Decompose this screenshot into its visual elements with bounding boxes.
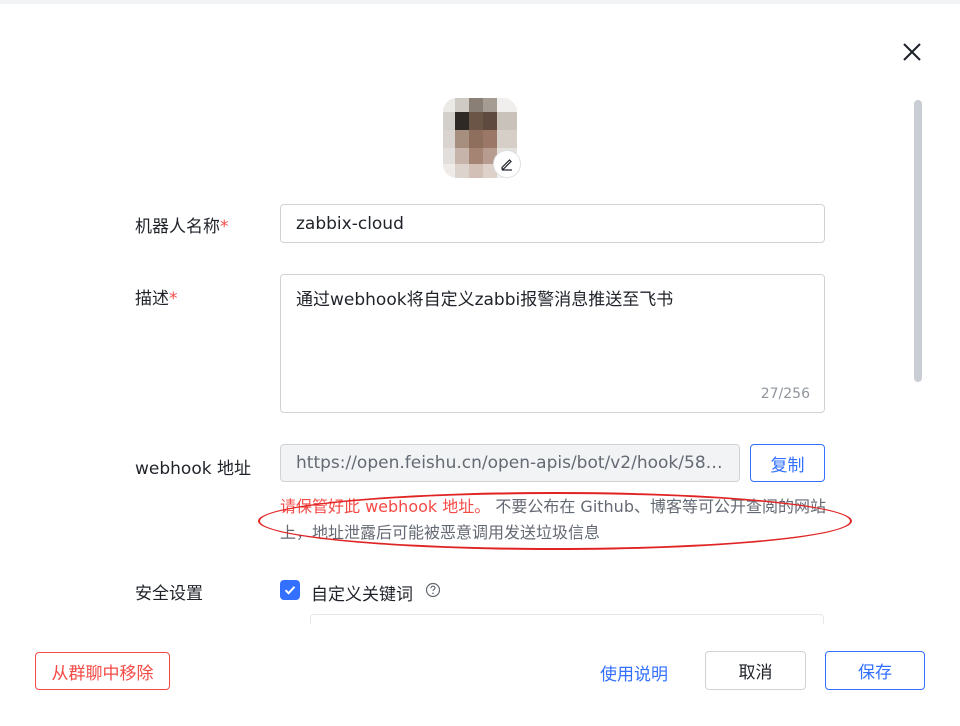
check-icon xyxy=(284,586,296,595)
close-icon xyxy=(903,43,921,61)
custom-keyword-label: 自定义关键词 xyxy=(311,585,413,605)
background-strip xyxy=(0,0,960,4)
required-mark: * xyxy=(169,289,178,309)
save-button[interactable]: 保存 xyxy=(825,651,925,690)
name-label: 机器人名称* xyxy=(135,217,229,237)
required-mark: * xyxy=(220,217,229,237)
description-textarea[interactable]: 通过webhook将自定义zabbi报警消息推送至飞书 27/256 xyxy=(280,274,825,413)
scrollbar[interactable] xyxy=(914,100,922,382)
pencil-icon xyxy=(501,159,512,171)
robot-name-input[interactable]: zabbix-cloud xyxy=(280,204,825,243)
copy-button[interactable]: 复制 xyxy=(750,444,825,482)
close-button[interactable] xyxy=(896,36,928,68)
custom-keyword-checkbox[interactable] xyxy=(280,580,300,600)
avatar-edit-button[interactable] xyxy=(493,150,521,178)
webhook-label: webhook 地址 xyxy=(135,459,251,479)
usage-guide-link[interactable]: 使用说明 xyxy=(600,660,668,685)
keyword-input-partial[interactable] xyxy=(310,614,824,624)
security-label: 安全设置 xyxy=(135,584,203,604)
description-label: 描述* xyxy=(135,289,178,309)
webhook-url-field[interactable]: https://open.feishu.cn/open-apis/bot/v2/… xyxy=(280,444,740,482)
question-circle-icon[interactable] xyxy=(425,582,441,598)
remove-from-group-button[interactable]: 从群聊中移除 xyxy=(35,652,170,690)
cancel-button[interactable]: 取消 xyxy=(705,651,806,690)
annotation-ellipse xyxy=(258,492,852,550)
char-counter: 27/256 xyxy=(760,386,810,402)
